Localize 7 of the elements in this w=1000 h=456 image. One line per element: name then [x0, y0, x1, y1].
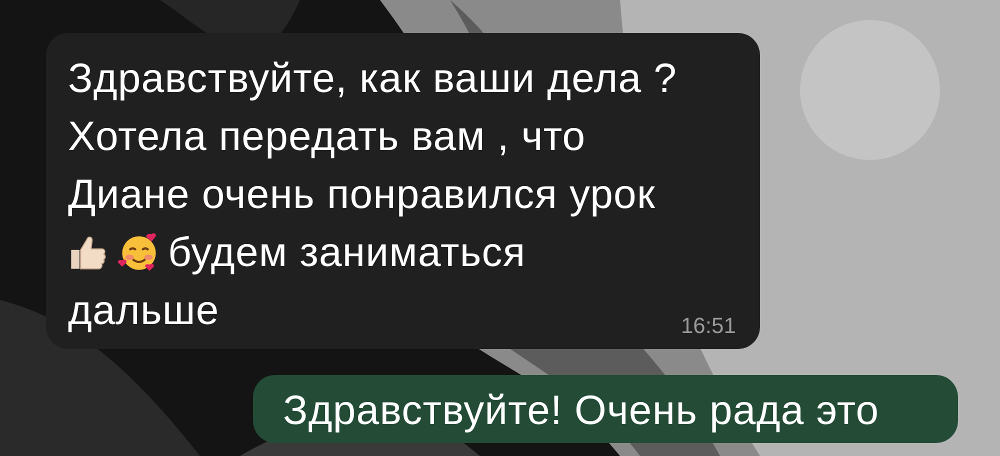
- message-text: Диане очень понравился урок: [68, 170, 656, 219]
- message-text: Здравствуйте, как ваши дела ?: [68, 54, 678, 103]
- message-text: будем заниматься: [168, 228, 526, 277]
- message-time: 16:51: [680, 313, 736, 339]
- message-text: дальше: [68, 286, 220, 335]
- message-text: Здравствуйте! Очень рада это: [283, 386, 880, 435]
- message-text: Хотела передать вам , что: [68, 112, 586, 161]
